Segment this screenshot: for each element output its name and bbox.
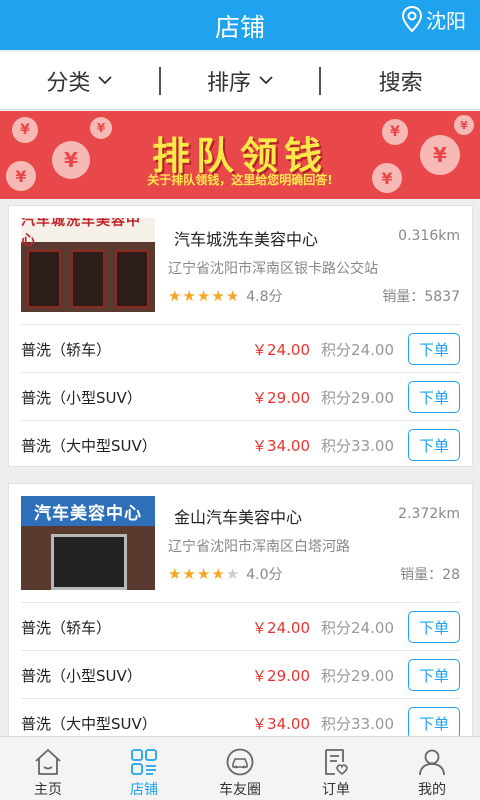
service-price: ￥29.00 <box>252 389 310 407</box>
tab-label: 我的 <box>418 782 446 798</box>
order-button[interactable]: 下单 <box>408 611 460 643</box>
shop-photo-sign: 汽车美容中心 <box>21 496 155 526</box>
star-icon: ★ <box>211 287 225 305</box>
service-name: 普洗（轿车） <box>21 341 112 359</box>
shop-sales: 销量：28 <box>400 567 460 583</box>
sort-filter[interactable]: 排序 <box>161 52 320 109</box>
order-button[interactable]: 下单 <box>408 333 460 365</box>
star-icon: ★ <box>168 287 182 305</box>
banner-subtitle: 关于排队领钱，这里给您明确回答! <box>147 173 333 187</box>
location-pin-icon <box>401 6 423 32</box>
service-row: 普洗（小型SUV） ￥29.00 积分29.00 下单 <box>21 650 460 698</box>
shop-header[interactable]: 汽车城洗车美容中心 汽车城洗车美容中心 0.316km 辽宁省沈阳市浑南区银卡路… <box>9 206 472 324</box>
tab-label: 车友圈 <box>219 782 261 798</box>
star-icon: ★ <box>182 287 196 305</box>
shop-card[interactable]: 汽车美容中心 金山汽车美容中心 2.372km 辽宁省沈阳市浑南区白塔河路 ★ ★… <box>8 483 473 753</box>
promo-banner[interactable]: ¥ ¥ ¥ ¥ ¥ ¥ ¥ ¥ 排队领钱 关于排队领钱，这里给您明确回答! <box>0 111 480 199</box>
user-icon <box>419 749 445 776</box>
shop-distance: 2.372km <box>398 506 460 522</box>
shop-photo-door <box>51 534 127 590</box>
city-selector[interactable]: 沈阳 <box>401 4 466 34</box>
car-circle-icon <box>226 748 254 776</box>
city-label: 沈阳 <box>426 8 466 33</box>
rating-text: 4.8分 <box>246 289 283 305</box>
filter-bar: 分类 排序 搜索 <box>0 52 480 110</box>
service-points: 积分33.00 <box>321 437 394 455</box>
shop-rating: ★ ★ ★ ★ ★ 4.0分 <box>168 564 283 584</box>
sort-label: 排序 <box>207 70 252 96</box>
service-name: 普洗（小型SUV） <box>21 667 142 685</box>
shop-name: 汽车城洗车美容中心 <box>174 230 319 249</box>
service-points: 积分33.00 <box>321 715 394 733</box>
service-price: ￥34.00 <box>252 437 310 455</box>
tab-label: 主页 <box>34 782 62 798</box>
star-icon: ★ <box>225 565 240 583</box>
service-points: 积分29.00 <box>321 389 394 407</box>
order-icon <box>325 749 348 776</box>
chevron-down-icon <box>259 76 273 85</box>
star-icon: ★ <box>182 565 196 583</box>
search-label: 搜索 <box>378 70 423 96</box>
chevron-down-icon <box>98 76 112 85</box>
star-icon: ★ <box>196 287 211 305</box>
star-icon: ★ <box>211 565 225 583</box>
shop-distance: 0.316km <box>398 228 460 244</box>
shop-photo-window <box>115 250 149 308</box>
service-points: 积分24.00 <box>321 341 394 359</box>
shop-photo: 汽车城洗车美容中心 <box>21 218 155 312</box>
order-button[interactable]: 下单 <box>408 429 460 461</box>
shop-header[interactable]: 汽车美容中心 金山汽车美容中心 2.372km 辽宁省沈阳市浑南区白塔河路 ★ ★… <box>9 484 472 602</box>
order-button[interactable]: 下单 <box>408 381 460 413</box>
service-name: 普洗（轿车） <box>21 619 112 637</box>
service-price: ￥34.00 <box>252 715 310 733</box>
shop-photo-sign: 汽车城洗车美容中心 <box>21 218 155 249</box>
tab-label: 店铺 <box>130 782 158 798</box>
shop-rating: ★ ★ ★ ★ ★ 4.8分 <box>168 286 283 306</box>
service-points: 积分29.00 <box>321 667 394 685</box>
service-price: ￥24.00 <box>252 619 310 637</box>
category-filter[interactable]: 分类 <box>0 52 159 109</box>
tab-home[interactable]: 主页 <box>0 737 96 800</box>
tab-label: 订单 <box>322 782 350 798</box>
service-price: ￥29.00 <box>252 667 310 685</box>
star-icon: ★ <box>196 565 211 583</box>
service-row: 普洗（小型SUV） ￥29.00 积分29.00 下单 <box>21 372 460 420</box>
search-button[interactable]: 搜索 <box>321 52 480 109</box>
tab-shop[interactable]: 店铺 <box>96 737 192 800</box>
shop-address: 辽宁省沈阳市浑南区白塔河路 <box>168 539 350 555</box>
bottom-tab-bar: 主页 店铺 车友圈 订单 我的 <box>0 736 480 800</box>
service-price: ￥24.00 <box>252 341 310 359</box>
home-icon <box>35 749 61 775</box>
shop-card[interactable]: 汽车城洗车美容中心 汽车城洗车美容中心 0.316km 辽宁省沈阳市浑南区银卡路… <box>8 205 473 467</box>
order-button[interactable]: 下单 <box>408 707 460 739</box>
shop-photo-window <box>71 250 105 308</box>
category-label: 分类 <box>46 70 91 96</box>
rating-text: 4.0分 <box>246 567 283 583</box>
shop-photo-window <box>27 250 61 308</box>
service-name: 普洗（小型SUV） <box>21 389 142 407</box>
star-icon: ★ <box>225 287 240 305</box>
service-row: 普洗（轿车） ￥24.00 积分24.00 下单 <box>21 324 460 372</box>
tab-orders[interactable]: 订单 <box>288 737 384 800</box>
shop-name: 金山汽车美容中心 <box>174 508 303 527</box>
service-name: 普洗（大中型SUV） <box>21 437 157 455</box>
shop-photo: 汽车美容中心 <box>21 496 155 590</box>
order-button[interactable]: 下单 <box>408 659 460 691</box>
service-row: 普洗（大中型SUV） ￥34.00 积分33.00 下单 <box>21 420 460 468</box>
shop-address: 辽宁省沈阳市浑南区银卡路公交站 <box>168 261 378 277</box>
service-points: 积分24.00 <box>321 619 394 637</box>
rating-stars: ★ ★ ★ ★ ★ <box>168 565 240 583</box>
tab-car-circle[interactable]: 车友圈 <box>192 737 288 800</box>
app-header: 店铺 沈阳 <box>0 0 480 50</box>
service-row: 普洗（轿车） ￥24.00 积分24.00 下单 <box>21 602 460 650</box>
rating-stars: ★ ★ ★ ★ ★ <box>168 287 240 305</box>
service-name: 普洗（大中型SUV） <box>21 715 157 733</box>
shop-icon <box>131 749 157 775</box>
shop-sales: 销量：5837 <box>382 289 460 305</box>
tab-profile[interactable]: 我的 <box>384 737 480 800</box>
star-icon: ★ <box>168 565 182 583</box>
